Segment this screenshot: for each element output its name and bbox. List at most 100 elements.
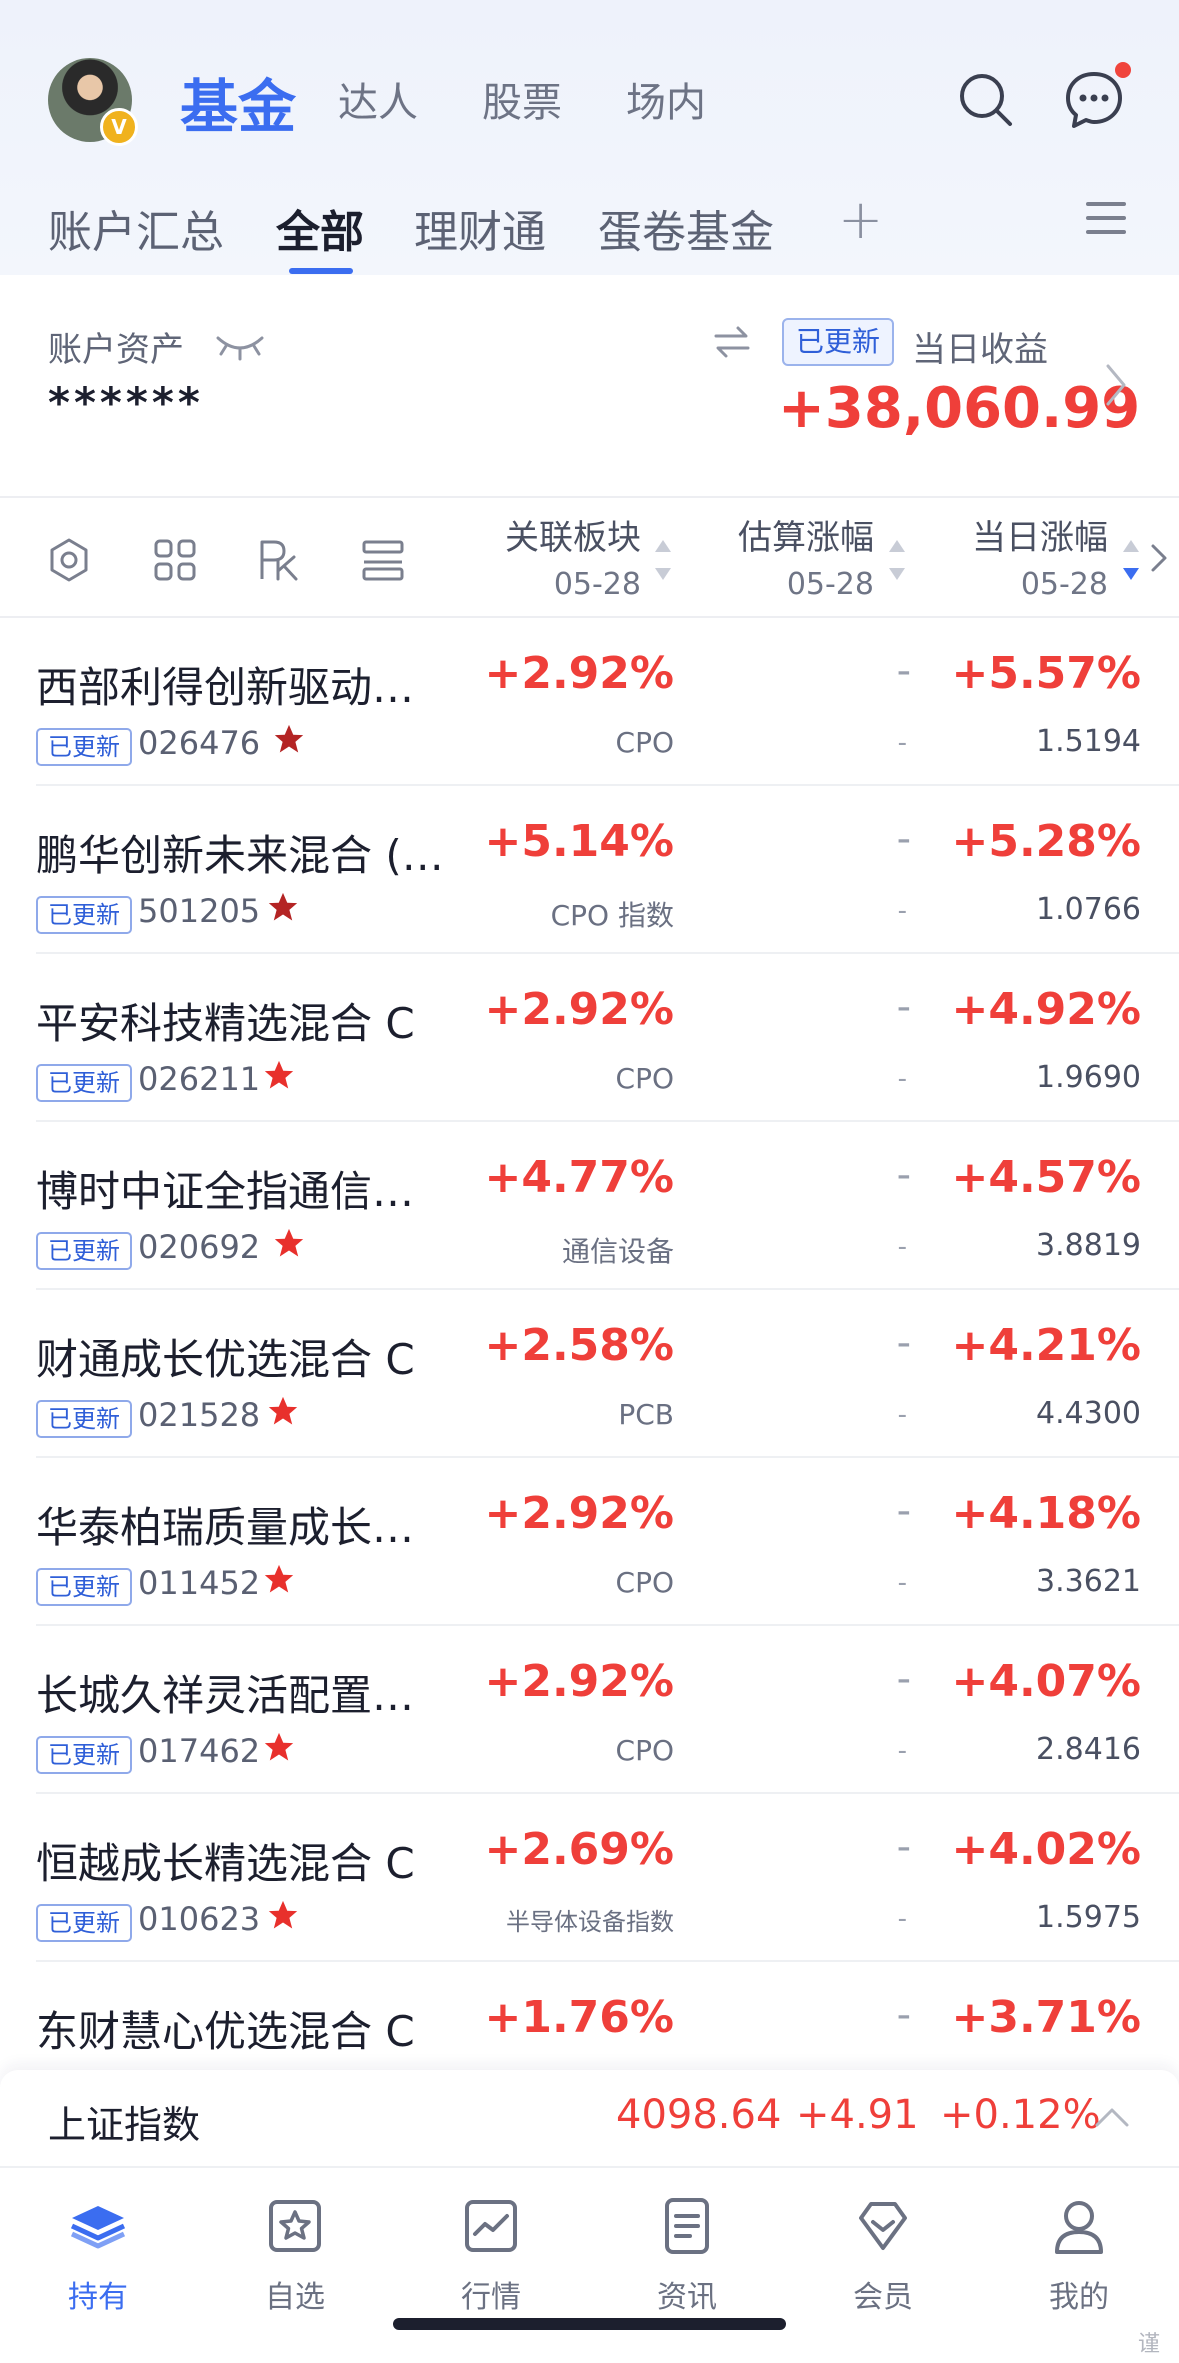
chevron-up-icon[interactable]: [1094, 2106, 1130, 2128]
search-icon[interactable]: [956, 70, 1016, 130]
column-daily-change[interactable]: 当日涨幅 05-28: [972, 510, 1108, 602]
add-account-button[interactable]: +: [838, 188, 883, 251]
swap-icon[interactable]: [712, 322, 752, 362]
estimate-change: -: [896, 1656, 911, 1702]
grid-icon[interactable]: [152, 537, 198, 583]
sort-icon[interactable]: [888, 538, 906, 582]
top-tab-stock[interactable]: 股票: [482, 70, 562, 128]
daily-change: +4.21%: [951, 1320, 1141, 1371]
estimate-change: -: [896, 1152, 911, 1198]
updated-tag: 已更新: [36, 1064, 132, 1102]
star-icon: [274, 1228, 304, 1257]
message-icon[interactable]: [1064, 70, 1124, 130]
fund-code: 011452: [138, 1564, 261, 1602]
estimate-change: -: [896, 648, 911, 694]
daily-change: +5.57%: [951, 648, 1141, 699]
updated-tag: 已更新: [36, 1400, 132, 1438]
fund-row[interactable]: 平安科技精选混合 C 已更新 026211 +2.92% CPO - - +4.…: [0, 954, 1179, 1122]
fund-code: 021528: [138, 1396, 261, 1434]
sector-change: +4.77%: [484, 1152, 674, 1203]
updated-badge: 已更新: [782, 318, 895, 366]
assets-value: ******: [48, 378, 204, 427]
top-tab-onexchange[interactable]: 场内: [626, 70, 706, 128]
unread-dot: [1115, 62, 1131, 78]
fund-code: 026476: [138, 724, 261, 762]
tab-news[interactable]: 资讯: [622, 2194, 752, 2316]
fund-row[interactable]: 鹏华创新未来混合 (… 已更新 501205 +5.14% CPO 指数 - -…: [0, 786, 1179, 954]
top-tab-expert[interactable]: 达人: [338, 70, 418, 128]
sort-icon[interactable]: [654, 538, 672, 582]
verified-badge: V: [100, 108, 138, 146]
daily-change: +4.57%: [951, 1152, 1141, 1203]
fund-nav: 2.8416: [1036, 1732, 1141, 1767]
fund-row[interactable]: 西部利得创新驱动… 已更新 026476 +2.92% CPO - - +5.5…: [0, 618, 1179, 786]
column-sector[interactable]: 关联板块 05-28: [505, 510, 641, 602]
updated-tag: 已更新: [36, 728, 132, 766]
tab-profile[interactable]: 我的: [1014, 2194, 1144, 2316]
sub-tab-licaitong[interactable]: 理财通: [414, 196, 546, 260]
column-daily-title: 当日涨幅: [972, 518, 1108, 558]
pk-icon[interactable]: [256, 537, 302, 583]
sector-name: CPO: [615, 726, 674, 759]
fund-name: 博时中证全指通信…: [36, 1167, 415, 1216]
tab-watchlist[interactable]: 自选: [230, 2194, 360, 2316]
sector-change: +2.92%: [484, 1656, 674, 1707]
assets-label: 账户资产: [48, 330, 184, 370]
sub-tab-all[interactable]: 全部: [276, 196, 364, 260]
fund-code: 020692: [138, 1228, 261, 1266]
fund-row[interactable]: 恒越成长精选混合 C 已更新 010623 +2.69% 半导体设备指数 - -…: [0, 1794, 1179, 1962]
tab-holdings[interactable]: 持有: [33, 2194, 163, 2316]
sector-name: CPO 指数: [550, 899, 674, 932]
fund-row[interactable]: 长城久祥灵活配置… 已更新 017462 +2.92% CPO - - +4.0…: [0, 1626, 1179, 1794]
sector-name: PCB: [618, 1398, 674, 1431]
sector-name: CPO: [615, 1566, 674, 1599]
index-name: 上证指数: [48, 2103, 201, 2147]
daily-change: +3.71%: [951, 1992, 1141, 2043]
index-value: 4098.64: [616, 2092, 782, 2138]
fund-row[interactable]: 财通成长优选混合 C 已更新 021528 +2.58% PCB - - +4.…: [0, 1290, 1179, 1458]
estimate-change: -: [896, 1320, 911, 1366]
home-indicator[interactable]: [393, 2318, 786, 2330]
settings-icon[interactable]: [46, 537, 92, 583]
sector-change: +1.76%: [484, 1992, 674, 2043]
column-estimate[interactable]: 估算涨幅 05-28: [738, 510, 874, 602]
fund-code: 017462: [138, 1732, 261, 1770]
fund-nav: 1.0766: [1036, 892, 1141, 927]
estimate-change: -: [896, 1824, 911, 1870]
chevron-right-icon[interactable]: [1150, 540, 1168, 576]
column-sector-title: 关联板块: [505, 518, 641, 558]
daily-profit-label: 当日收益: [912, 330, 1048, 370]
avatar[interactable]: V: [48, 58, 138, 146]
fund-nav: 3.3621: [1036, 1564, 1141, 1599]
diamond-icon: [859, 2202, 907, 2250]
updated-tag: 已更新: [36, 1904, 132, 1942]
estimate-sub: -: [897, 1568, 907, 1598]
sector-name: CPO: [615, 1062, 674, 1095]
tab-membership[interactable]: 会员: [818, 2194, 948, 2316]
tab-label: 持有: [68, 2280, 128, 2315]
fund-row[interactable]: 华泰柏瑞质量成长… 已更新 011452 +2.92% CPO - - +4.1…: [0, 1458, 1179, 1626]
menu-icon[interactable]: [1086, 202, 1126, 244]
star-icon: [264, 1060, 294, 1089]
list-view-icon[interactable]: [360, 537, 406, 583]
tab-label: 自选: [265, 2280, 325, 2315]
sub-tab-account-summary[interactable]: 账户汇总: [48, 196, 224, 260]
tab-label: 我的: [1049, 2280, 1109, 2315]
sector-change: +2.69%: [484, 1824, 674, 1875]
fund-code: 026211: [138, 1060, 261, 1098]
eye-closed-icon[interactable]: [214, 332, 266, 362]
sort-desc-icon[interactable]: [1122, 538, 1140, 582]
daily-change: +4.18%: [951, 1488, 1141, 1539]
updated-tag: 已更新: [36, 1568, 132, 1606]
fund-row[interactable]: 博时中证全指通信… 已更新 020692 +4.77% 通信设备 - - +4.…: [0, 1122, 1179, 1290]
estimate-sub: -: [897, 1232, 907, 1262]
top-tab-fund[interactable]: 基金: [180, 60, 296, 144]
estimate-sub: -: [897, 1904, 907, 1934]
estimate-change: -: [896, 1488, 911, 1534]
fund-nav: 1.5975: [1036, 1900, 1141, 1935]
fund-nav: 4.4300: [1036, 1396, 1141, 1431]
sub-tab-danjuan[interactable]: 蛋卷基金: [598, 196, 774, 260]
index-ticker-bar[interactable]: 上证指数 4098.64 +4.91 +0.12%: [0, 2070, 1179, 2166]
tab-market[interactable]: 行情: [426, 2194, 556, 2316]
chevron-right-icon[interactable]: [1104, 360, 1128, 410]
